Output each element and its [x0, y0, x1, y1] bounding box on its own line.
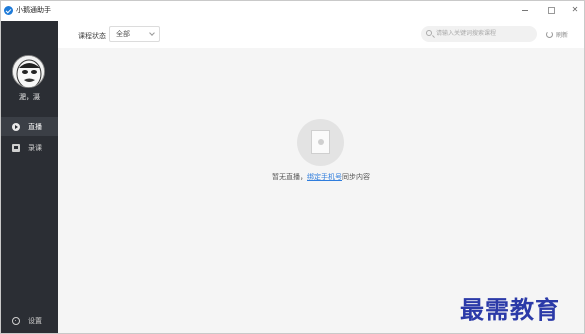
app-window: 小鹅通助手 ✕ 淝，滠 直播 录课 设置 课程状态 全部 请输入关键词搜索课程 …: [0, 0, 585, 334]
close-button[interactable]: ✕: [568, 4, 582, 16]
avatar-image: [13, 56, 44, 87]
minimize-button[interactable]: [518, 4, 532, 16]
main-content: 课程状态 全部 请输入关键词搜索课程 刷新 暂无直播，绑定手机号同步内容: [58, 21, 584, 333]
recorded-lesson-icon: [12, 143, 20, 152]
sidebar-item-label: 直播: [28, 122, 42, 131]
course-status-value: 全部: [116, 30, 130, 38]
sidebar: 淝，滠 直播 录课 设置: [1, 21, 58, 333]
search-placeholder: 请输入关键词搜索课程: [436, 30, 497, 37]
refresh-button[interactable]: 刷新: [546, 30, 568, 39]
search-icon: [426, 30, 432, 36]
window-title: 小鹅通助手: [16, 6, 51, 14]
course-status-label: 课程状态: [78, 32, 106, 40]
sidebar-item-label: 录课: [28, 143, 42, 152]
empty-document-icon: [311, 130, 330, 154]
filter-toolbar: 课程状态 全部 请输入关键词搜索课程 刷新: [58, 21, 584, 48]
refresh-label: 刷新: [556, 32, 569, 39]
empty-state-illustration: [297, 119, 344, 166]
maximize-button[interactable]: [544, 4, 558, 16]
sidebar-item-recorded[interactable]: 录课: [1, 138, 58, 157]
title-bar: 小鹅通助手 ✕: [1, 1, 584, 21]
refresh-icon: [546, 31, 553, 38]
empty-state-suffix: 同步内容: [342, 173, 370, 181]
sidebar-item-live[interactable]: 直播: [1, 117, 58, 136]
course-status-select[interactable]: 全部: [109, 26, 160, 42]
empty-state-message: 暂无直播，绑定手机号同步内容: [58, 172, 584, 182]
settings-label: 设置: [28, 316, 42, 325]
settings-button[interactable]: 设置: [1, 311, 58, 330]
gear-icon: [12, 316, 20, 325]
bind-phone-link[interactable]: 绑定手机号: [307, 173, 342, 181]
play-circle-icon: [12, 122, 20, 131]
app-logo-icon: [4, 6, 13, 15]
user-name: 淝，滠: [19, 93, 40, 101]
avatar[interactable]: [12, 55, 45, 88]
chevron-down-icon: [149, 30, 155, 36]
search-input[interactable]: 请输入关键词搜索课程: [421, 26, 537, 42]
empty-state-prefix: 暂无直播，: [272, 173, 307, 181]
watermark: 最需教育: [460, 295, 560, 324]
